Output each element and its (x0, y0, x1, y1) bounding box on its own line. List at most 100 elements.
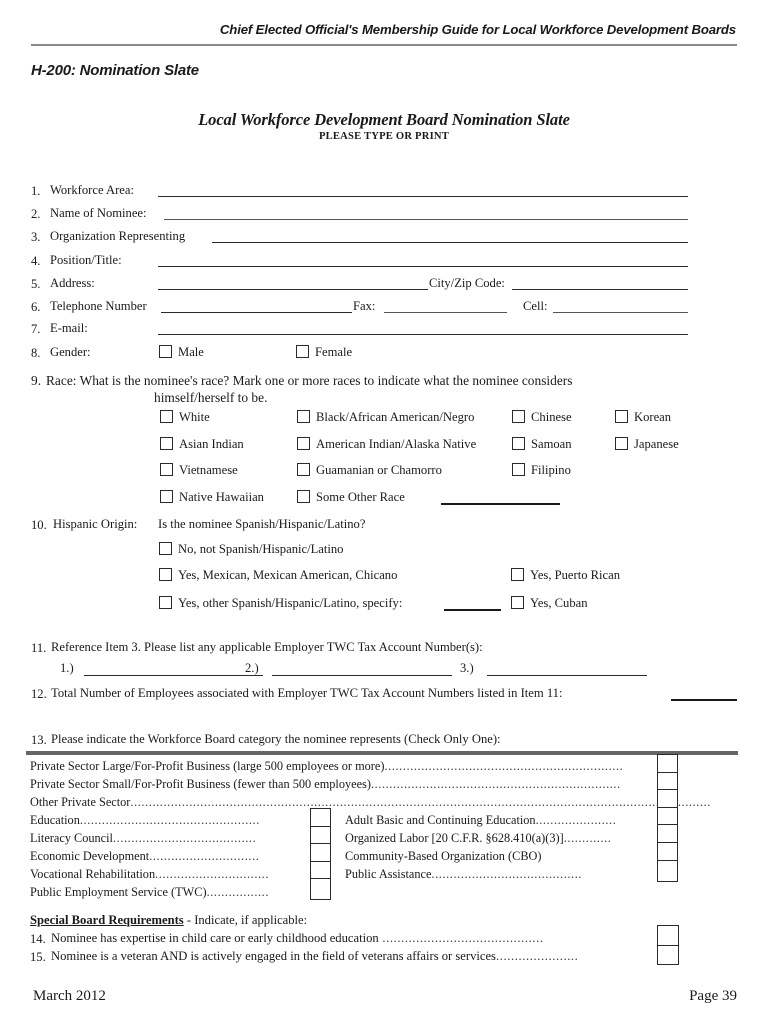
form-code-title: H-200: Nomination Slate (31, 62, 199, 79)
input-total-employees[interactable] (671, 699, 737, 701)
item15-text: Nominee is a veteran AND is actively eng… (51, 950, 578, 963)
race-question-line2: himself/herself to be. (154, 390, 268, 405)
field-number-7: 7. (31, 322, 41, 336)
label-race-white: White (179, 410, 210, 424)
item11-text-a: Reference Item 3. Please list any applic… (51, 640, 275, 654)
checkbox-column-right-categories[interactable] (657, 754, 678, 882)
checkbox-race-american-indian-alaska-native[interactable] (297, 437, 310, 450)
checkbox-hispanic-cuban[interactable] (511, 596, 524, 609)
leader-dots: .............................. (149, 849, 260, 863)
category-label-private-small: Private Sector Small/For-Profit Business… (30, 777, 371, 791)
category-label-community-based-organization: Community-Based Organization (CBO) (345, 849, 542, 863)
leader-dots: ........................................… (130, 795, 711, 809)
checkbox-category-private-large[interactable] (658, 755, 677, 773)
checkbox-category-economic-development[interactable] (311, 844, 330, 862)
label-race-chinese: Chinese (531, 410, 572, 424)
checkbox-gender-female[interactable] (296, 345, 309, 358)
label-gender: Gender: (50, 345, 91, 359)
checkbox-race-japanese[interactable] (615, 437, 628, 450)
checkbox-race-filipino[interactable] (512, 463, 525, 476)
input-telephone-number[interactable] (161, 312, 352, 313)
checkbox-race-native-hawaiian[interactable] (160, 490, 173, 503)
checkbox-category-literacy-council[interactable] (311, 827, 330, 845)
item14-text-bold: expertise in child care or early childho… (120, 931, 379, 945)
label-fax: Fax: (353, 299, 376, 313)
input-workforce-area[interactable] (158, 196, 688, 197)
label-hispanic-cuban: Yes, Cuban (530, 596, 588, 610)
checkbox-category-private-small[interactable] (658, 773, 677, 791)
leader-dots: ........................................… (431, 867, 583, 881)
checkbox-hispanic-other[interactable] (159, 596, 172, 609)
category-label-organized-labor: Organized Labor [20 C.F.R. §628.410(a)(3… (345, 831, 564, 845)
input-cell[interactable] (553, 312, 688, 313)
checkbox-hispanic-mexican[interactable] (159, 568, 172, 581)
checkbox-category-organized-labor[interactable] (658, 825, 677, 843)
input-position-title[interactable] (158, 266, 688, 267)
input-fax[interactable] (384, 312, 507, 313)
label-race-korean: Korean (634, 410, 672, 424)
checkbox-category-education[interactable] (311, 809, 330, 827)
item15-text-a: Nominee is a (51, 949, 121, 963)
field-number-1: 1. (31, 184, 41, 198)
checkbox-race-guamanian-chamorro[interactable] (297, 463, 310, 476)
checkbox-hispanic-no[interactable] (159, 542, 172, 555)
field-number-10: 10. (31, 518, 47, 532)
label-city-zip-code: City/Zip Code: (429, 276, 505, 290)
label-workforce-area: Workforce Area: (50, 183, 134, 197)
label-race-vietnamese: Vietnamese (179, 463, 238, 477)
label-name-of-nominee: Name of Nominee: (50, 206, 147, 220)
label-race-guamanian-chamorro: Guamanian or Chamorro (316, 463, 442, 477)
label-gender-male: Male (178, 345, 204, 359)
checkbox-hispanic-puerto-rican[interactable] (511, 568, 524, 581)
checkbox-category-vocational-rehabilitation[interactable] (311, 862, 330, 880)
category-row-economic-development: Economic Development....................… (30, 849, 259, 864)
leader-dots: ........................................… (370, 777, 621, 791)
category-table-top-rule (26, 751, 738, 755)
checkbox-category-adult-basic-education[interactable] (658, 808, 677, 826)
field-number-14: 14. (30, 932, 46, 946)
leader-dots: ........................................… (384, 759, 624, 773)
checkbox-race-korean[interactable] (615, 410, 628, 423)
input-name-of-nominee[interactable] (164, 219, 688, 220)
item14-text: Nominee has expertise in child care or e… (51, 932, 544, 945)
checkbox-category-other-private[interactable] (658, 790, 677, 808)
input-tax-account-3[interactable] (487, 675, 647, 676)
checkbox-race-chinese[interactable] (512, 410, 525, 423)
leader-dots: ............................... (155, 867, 270, 881)
checkbox-gender-male[interactable] (159, 345, 172, 358)
checkbox-race-white[interactable] (160, 410, 173, 423)
input-some-other-race[interactable] (441, 503, 560, 505)
race-question: Race: What is the nominee's race? Mark o… (46, 372, 738, 406)
running-head: Chief Elected Official's Membership Guid… (219, 22, 736, 37)
input-organization-representing[interactable] (212, 242, 688, 243)
item11-sub2-label: 2.) (245, 661, 259, 675)
checkbox-race-vietnamese[interactable] (160, 463, 173, 476)
category-row-literacy-council: Literacy Council........................… (30, 831, 256, 846)
checkbox-veteran-engaged[interactable] (658, 946, 678, 966)
input-hispanic-other-specify[interactable] (444, 609, 501, 611)
item15-text-bold: veteran AND is actively engaged (120, 949, 288, 963)
category-row-education: Education...............................… (30, 813, 260, 828)
field-number-15: 15. (30, 950, 46, 964)
input-address[interactable] (158, 289, 428, 290)
special-board-requirements-title: Special Board Requirements (30, 913, 184, 927)
label-race-some-other-race: Some Other Race (316, 490, 405, 504)
item13-text-bold: (Check Only One): (404, 732, 501, 746)
checkbox-race-black-african-american[interactable] (297, 410, 310, 423)
checkbox-race-samoan[interactable] (512, 437, 525, 450)
input-email[interactable] (158, 334, 688, 335)
checkbox-race-asian-indian[interactable] (160, 437, 173, 450)
label-race-japanese: Japanese (634, 437, 679, 451)
checkbox-category-public-assistance[interactable] (658, 861, 677, 879)
checkbox-child-care-expertise[interactable] (658, 926, 678, 946)
input-tax-account-1[interactable] (84, 675, 263, 676)
checkbox-category-public-employment-service[interactable] (311, 879, 330, 897)
category-row-other-private: Other Private Sector....................… (30, 795, 711, 810)
checkbox-column-special-requirements[interactable] (657, 925, 679, 965)
input-tax-account-2[interactable] (272, 675, 452, 676)
leader-dots: ........................................… (378, 931, 544, 945)
checkbox-column-left-categories[interactable] (310, 808, 331, 900)
input-city-zip-code[interactable] (512, 289, 688, 290)
checkbox-race-some-other-race[interactable] (297, 490, 310, 503)
checkbox-category-community-based-organization[interactable] (658, 843, 677, 861)
